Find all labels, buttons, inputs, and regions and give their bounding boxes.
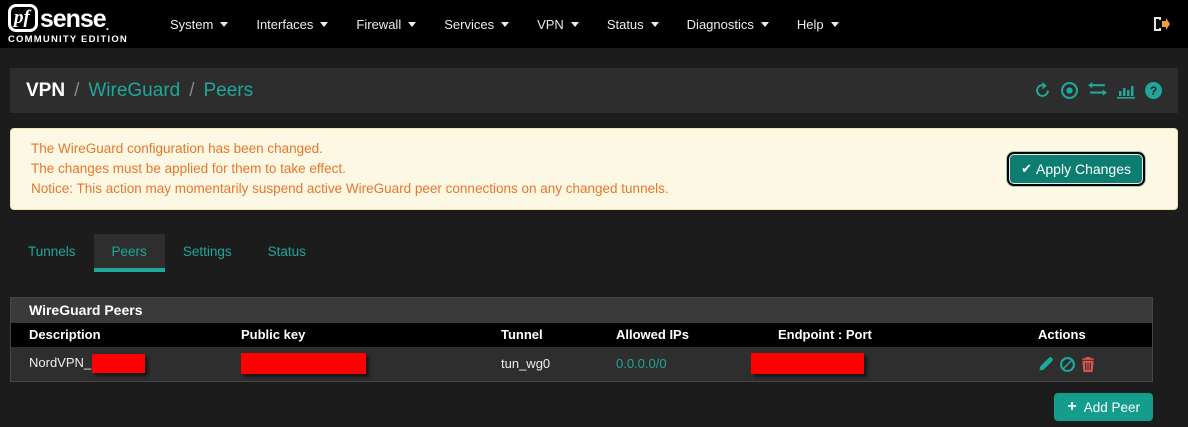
breadcrumb-root: VPN <box>26 79 66 101</box>
logo-trademark-dot: . <box>105 18 110 33</box>
wireguard-peers-panel: WireGuard Peers Description Public key T… <box>10 297 1153 382</box>
redacted-description <box>92 354 146 373</box>
chevron-down-icon <box>408 21 417 27</box>
col-description: Description <box>11 323 233 347</box>
col-allowed-ips: Allowed IPs <box>608 323 770 347</box>
peer-description-cell: NordVPN_ <box>11 347 233 381</box>
menu-services[interactable]: Services <box>430 0 523 48</box>
chevron-down-icon <box>501 21 510 27</box>
header-icon-group: ? <box>1034 82 1162 99</box>
menu-firewall[interactable]: Firewall <box>342 0 430 48</box>
refresh-icon[interactable] <box>1034 82 1051 99</box>
col-tunnel: Tunnel <box>493 323 608 347</box>
peer-endpoint-cell <box>751 347 1030 381</box>
breadcrumb: VPN / WireGuard / Peers <box>26 79 254 102</box>
col-public-key: Public key <box>233 323 493 347</box>
exchange-arrows-icon[interactable] <box>1088 82 1107 99</box>
alert-line-3: Notice: This action may momentarily susp… <box>31 181 669 196</box>
check-icon: ✔ <box>1021 161 1033 176</box>
logo-sense-text: sense <box>39 4 107 33</box>
breadcrumb-wireguard-link[interactable]: WireGuard <box>88 80 180 102</box>
alert-line-1: The WireGuard configuration has been cha… <box>31 141 323 156</box>
peer-public-key-cell <box>233 347 493 381</box>
peer-tunnel-cell: tun_wg0 <box>493 347 608 381</box>
record-dot-icon[interactable] <box>1061 82 1078 99</box>
menu-help[interactable]: Help <box>783 0 853 48</box>
apply-changes-button[interactable]: ✔ Apply Changes <box>1009 154 1143 184</box>
redacted-endpoint <box>751 353 864 374</box>
menu-system[interactable]: System <box>156 0 242 48</box>
delete-trash-icon[interactable] <box>1081 356 1095 372</box>
logo-edition-text: COMMUNITY EDITION <box>8 33 128 45</box>
panel-title: WireGuard Peers <box>11 298 1152 323</box>
edit-pencil-icon[interactable] <box>1038 356 1053 372</box>
tab-tunnels[interactable]: Tunnels <box>10 234 94 272</box>
apply-changes-alert: The WireGuard configuration has been cha… <box>10 128 1178 210</box>
disable-ban-icon[interactable] <box>1059 356 1075 372</box>
wireguard-tabs: Tunnels Peers Settings Status <box>10 234 1178 272</box>
col-endpoint-port: Endpoint : Port <box>770 323 1030 347</box>
tab-settings[interactable]: Settings <box>165 234 250 272</box>
main-menu: System Interfaces Firewall Services VPN … <box>156 0 853 48</box>
col-actions: Actions <box>1030 323 1152 347</box>
tab-peers[interactable]: Peers <box>93 234 165 272</box>
top-navbar: pf sense . COMMUNITY EDITION System Inte… <box>0 0 1188 48</box>
peer-allowed-ips-cell: 0.0.0.0/0 <box>608 347 770 381</box>
chevron-down-icon <box>830 21 839 27</box>
chevron-down-icon <box>320 21 329 27</box>
chevron-down-icon <box>650 21 659 27</box>
redacted-public-key <box>241 353 366 374</box>
chevron-down-icon <box>760 21 769 27</box>
alert-message: The WireGuard configuration has been cha… <box>31 139 669 199</box>
pfsense-logo[interactable]: pf sense . COMMUNITY EDITION <box>8 3 128 45</box>
tab-status[interactable]: Status <box>250 234 324 272</box>
alert-line-2: The changes must be applied for them to … <box>31 161 346 176</box>
table-row: NordVPN_ tun_wg0 0.0.0.0/0 <box>11 347 1152 381</box>
table-header-row: Description Public key Tunnel Allowed IP… <box>11 323 1152 347</box>
chevron-down-icon <box>570 21 579 27</box>
peer-actions-cell <box>1030 347 1152 381</box>
sign-out-icon[interactable] <box>1148 12 1174 36</box>
bar-chart-icon[interactable] <box>1117 83 1135 99</box>
logo-pf-mark: pf <box>8 3 38 32</box>
menu-status[interactable]: Status <box>593 0 673 48</box>
menu-vpn[interactable]: VPN <box>523 0 593 48</box>
peers-table: Description Public key Tunnel Allowed IP… <box>11 323 1152 381</box>
add-peer-button[interactable]: + Add Peer <box>1054 393 1153 421</box>
chevron-down-icon <box>220 21 229 27</box>
menu-diagnostics[interactable]: Diagnostics <box>673 0 783 48</box>
plus-icon: + <box>1067 398 1077 415</box>
menu-interfaces[interactable]: Interfaces <box>242 0 342 48</box>
page-header-bar: VPN / WireGuard / Peers ? <box>10 68 1178 113</box>
breadcrumb-peers-link[interactable]: Peers <box>204 80 254 102</box>
help-icon[interactable]: ? <box>1145 82 1162 99</box>
